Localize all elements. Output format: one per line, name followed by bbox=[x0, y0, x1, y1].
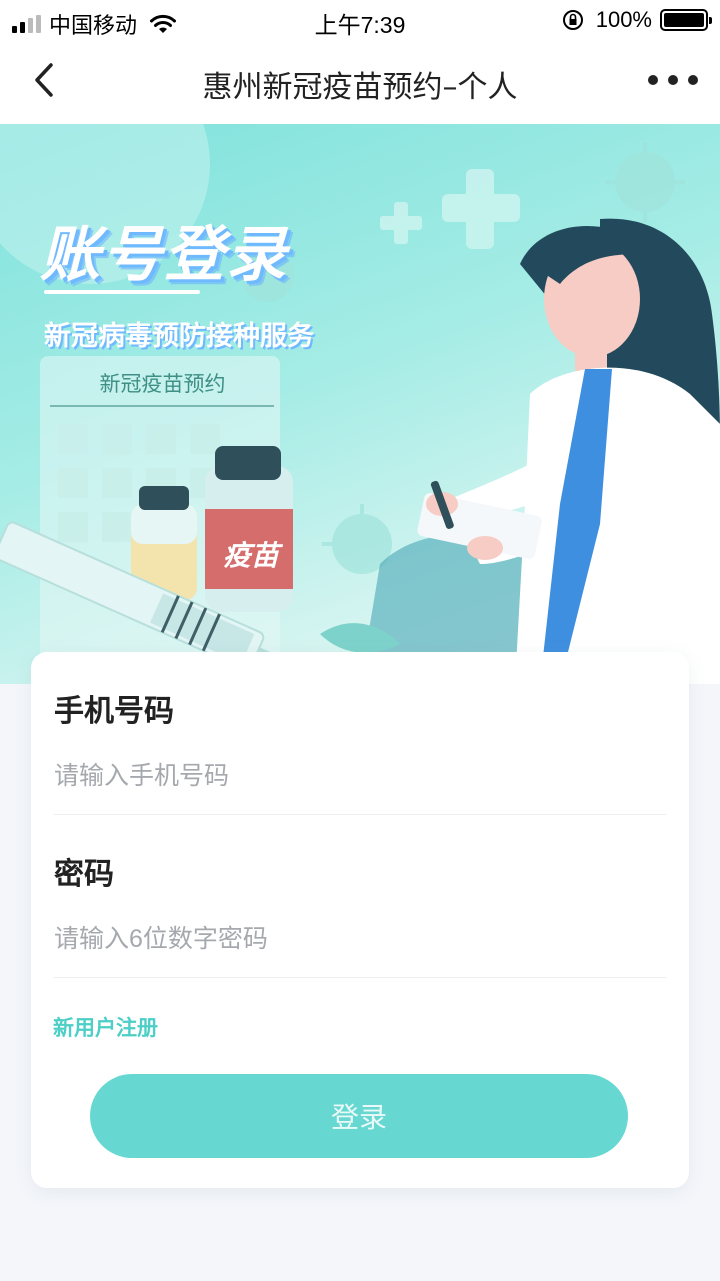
board-caption: 新冠疫苗预约 bbox=[99, 372, 226, 396]
battery-percent: 100% bbox=[595, 7, 652, 32]
login-form-card: 手机号码 密码 新用户注册 登录 bbox=[31, 652, 689, 1188]
page-title: 惠州新冠疫苗预约–个人 bbox=[202, 70, 518, 105]
more-dot-icon bbox=[668, 75, 678, 85]
divider bbox=[54, 977, 666, 978]
banner: 账号登录 新冠病毒预防接种服务 新冠疫苗预约 疫苗 bbox=[0, 124, 720, 684]
phone-label: 手机号码 bbox=[54, 694, 174, 729]
more-button[interactable] bbox=[648, 64, 698, 96]
register-link[interactable]: 新用户注册 bbox=[53, 1012, 158, 1042]
phone-input[interactable] bbox=[54, 746, 666, 806]
more-dot-icon bbox=[648, 75, 658, 85]
battery-icon bbox=[660, 9, 712, 31]
divider bbox=[54, 814, 666, 815]
rotation-lock-icon bbox=[562, 10, 583, 30]
banner-underline bbox=[44, 290, 200, 294]
vaccine-label: 疫苗 bbox=[222, 539, 279, 572]
banner-subtitle: 新冠病毒预防接种服务 bbox=[44, 321, 314, 352]
login-button[interactable]: 登录 bbox=[90, 1074, 628, 1158]
status-right: 100% bbox=[562, 7, 712, 33]
password-label: 密码 bbox=[54, 857, 114, 892]
plus-icon bbox=[380, 169, 520, 249]
nav-bar: 惠州新冠疫苗预约–个人 bbox=[0, 40, 720, 124]
banner-title: 账号登录 bbox=[40, 220, 288, 290]
status-bar: 中国移动 上午7:39 100% bbox=[0, 0, 720, 40]
password-input[interactable] bbox=[54, 909, 666, 969]
more-dot-icon bbox=[688, 75, 698, 85]
